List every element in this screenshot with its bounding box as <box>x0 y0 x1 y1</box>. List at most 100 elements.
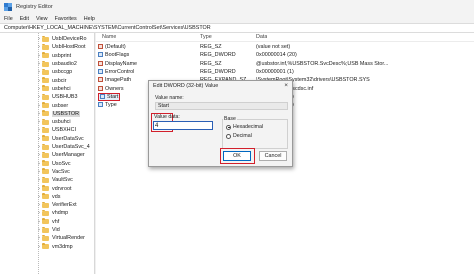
tree-item[interactable]: › USBHUB3 <box>36 93 77 101</box>
folder-icon <box>42 168 49 175</box>
tree-item-label: USBHUB3 <box>52 94 78 101</box>
tree-item[interactable]: › USBXHCI <box>36 126 76 134</box>
tree-item[interactable]: › vds <box>36 193 60 201</box>
folder-icon <box>42 218 49 225</box>
tree-item-label: VirtualRender <box>52 235 85 242</box>
tree-item[interactable]: › usbccgp <box>36 68 72 76</box>
decimal-label: Decimal <box>233 133 252 139</box>
hexadecimal-radio[interactable]: Hexadecimal <box>226 124 263 130</box>
tree-item[interactable]: › USBSTOR <box>36 110 80 118</box>
folder-icon <box>42 234 49 241</box>
binary-value-icon <box>98 52 103 58</box>
tree-item-label: USBXHCI <box>52 127 76 134</box>
folder-icon <box>42 110 49 117</box>
column-name-header[interactable]: Name <box>102 34 116 40</box>
tree-item[interactable]: › usbcir <box>36 77 66 85</box>
value-name-wrap: BootFlags <box>98 52 129 58</box>
column-data-header[interactable]: Data <box>256 34 267 40</box>
value-name-text: (Default) <box>105 44 126 50</box>
tree-item[interactable]: › UsbIHostRoot <box>36 43 86 51</box>
folder-icon <box>42 201 49 208</box>
radio-selected-icon <box>226 124 231 130</box>
value-name-wrap: ImagePath <box>98 77 131 83</box>
string-value-icon <box>98 44 103 50</box>
value-name-field: Start <box>155 102 288 110</box>
folder-icon <box>42 193 49 200</box>
tree-item[interactable]: › vhdmp <box>36 209 68 217</box>
ok-button[interactable]: OK <box>223 151 251 161</box>
folder-icon <box>42 226 49 233</box>
value-type-cell: REG_SZ <box>200 44 222 50</box>
tree-item-label: UsbIDeviceRo <box>52 36 87 43</box>
cancel-button[interactable]: Cancel <box>259 151 287 161</box>
tree-item[interactable]: › vm3dmp <box>36 243 73 251</box>
tree-item[interactable]: › UsoSvc <box>36 160 71 168</box>
column-type-header[interactable]: Type <box>200 34 212 40</box>
menu-favorites[interactable]: Favorites <box>55 16 77 22</box>
hexadecimal-label: Hexadecimal <box>233 124 263 130</box>
tree-item[interactable]: › usbprint <box>36 52 71 60</box>
tree-item[interactable]: › VirtualRender <box>36 234 85 242</box>
value-type-cell: REG_DWORD <box>200 68 236 75</box>
tree-item[interactable]: › UserDataSvc <box>36 135 84 143</box>
address-bar[interactable]: Computer\HKEY_LOCAL_MACHINE\SYSTEM\Curre… <box>0 23 474 33</box>
tree-item[interactable]: › VerifierExt <box>36 201 77 209</box>
tree-item-label: UsoSvc <box>52 160 71 167</box>
tree-item-label: UsbIHostRoot <box>52 44 86 51</box>
tree-item[interactable]: › UserDataSvc_4 <box>36 143 90 151</box>
menu-file[interactable]: File <box>4 16 13 22</box>
string-value-icon <box>98 60 103 66</box>
menu-view[interactable]: View <box>36 16 48 22</box>
base-label: Base <box>223 116 237 122</box>
folder-icon <box>42 43 49 50</box>
tree-item[interactable]: › UserManager <box>36 151 85 159</box>
folder-icon <box>42 52 49 59</box>
tree-item[interactable]: › usbehci <box>36 85 71 93</box>
key-tree-pane[interactable]: › UsbIDeviceRo › UsbIHostRoot › usbprint › usba… <box>0 33 95 274</box>
value-data-input[interactable]: 4 <box>153 121 213 130</box>
radio-unselected-icon <box>226 133 231 139</box>
value-name-wrap: Owners <box>98 86 124 92</box>
value-type-cell: REG_SZ <box>200 60 222 67</box>
value-data-cell: (value not set) <box>256 44 291 50</box>
value-row[interactable]: DisplayName REG_SZ @usbstor.inf,%USBSTOR.S… <box>96 60 474 68</box>
value-row[interactable]: ErrorControl REG_DWORD 0x00000001 (1) <box>96 68 474 76</box>
window-title: Registry Editor <box>16 4 53 10</box>
highlighted-value-name: Start <box>98 92 121 101</box>
folder-icon <box>42 68 49 75</box>
tree-item-label: VacSvc <box>52 168 70 175</box>
tree-item[interactable]: › vdrvroot <box>36 184 71 192</box>
value-name-wrap: Type <box>98 102 117 108</box>
value-row[interactable]: (Default) REG_SZ (value not set) <box>96 43 474 51</box>
tree-item[interactable]: › usbuhci <box>36 118 71 126</box>
decimal-radio[interactable]: Decimal <box>226 133 252 139</box>
tree-item-label: usbprint <box>52 52 72 59</box>
value-type-cell: REG_DWORD <box>200 52 236 59</box>
tree-item[interactable]: › UsbIDeviceRo <box>36 35 86 43</box>
tree-item[interactable]: › vhf <box>36 218 59 226</box>
close-icon[interactable]: × <box>284 82 288 89</box>
tree-item[interactable]: › usbser <box>36 101 68 109</box>
folder-icon <box>42 118 49 125</box>
tree-item[interactable]: › usbaudio2 <box>36 60 77 68</box>
tree-item-label: VerifierExt <box>52 202 77 209</box>
menu-edit[interactable]: Edit <box>20 16 29 22</box>
folder-icon <box>42 209 49 216</box>
tree-item[interactable]: › Vid <box>36 226 60 234</box>
tree-item-label: UserDataSvc <box>52 135 84 142</box>
menu-bar: File Edit View Favorites Help <box>0 14 474 23</box>
tree-item[interactable]: › VacSvc <box>36 168 70 176</box>
title-bar: Registry Editor <box>0 0 474 14</box>
tree-item-label: usbuhci <box>52 119 71 126</box>
tree-item-label: vdrvroot <box>52 185 72 192</box>
tree-item[interactable]: › VaultSvc <box>36 176 73 184</box>
value-name-cell: DisplayName <box>98 60 137 68</box>
tree-item-label: vhdmp <box>52 210 69 217</box>
value-name-text: Start <box>107 93 119 100</box>
value-data-cell: 0x00000001 (1) <box>256 68 294 75</box>
menu-help[interactable]: Help <box>84 16 95 22</box>
folder-icon <box>42 35 49 42</box>
tree-item-label: usbser <box>52 102 69 109</box>
tree-item-label: USBSTOR <box>52 110 80 117</box>
value-row[interactable]: BootFlags REG_DWORD 0x00000014 (20) <box>96 51 474 59</box>
